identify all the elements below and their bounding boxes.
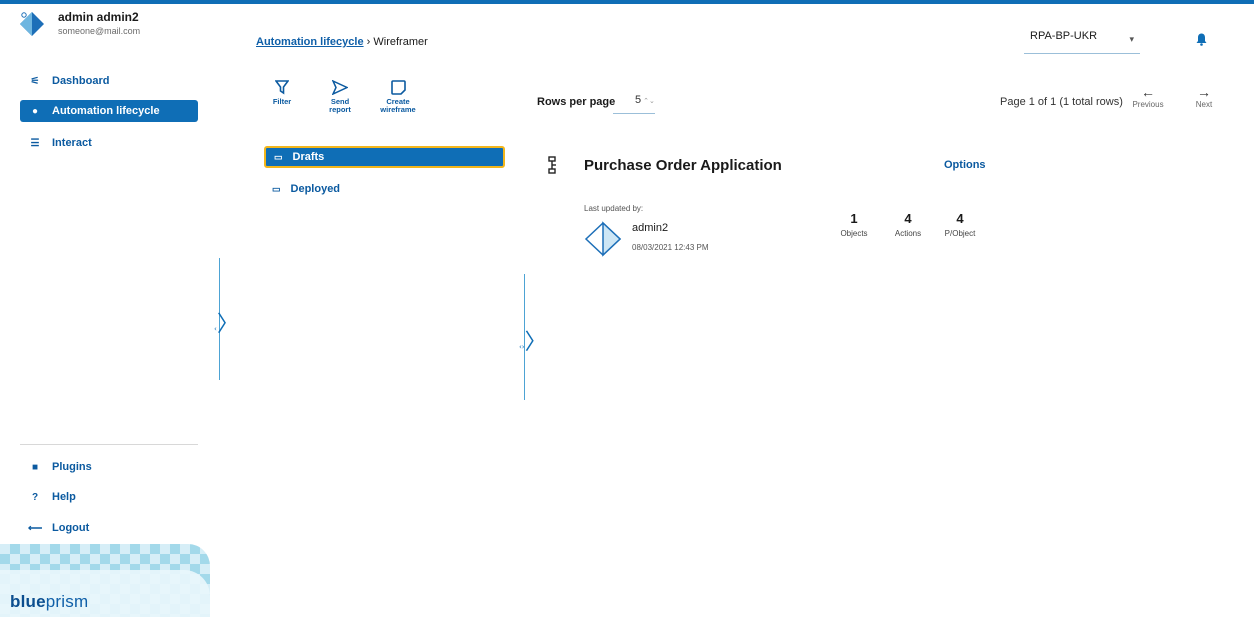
- arrow-left-icon: ←: [1141, 84, 1155, 100]
- sidebar-item-label: Interact: [52, 137, 92, 149]
- pagination-info: Page 1 of 1 (1 total rows): [1000, 96, 1123, 108]
- send-report-button[interactable]: Send report: [320, 79, 360, 114]
- lifecycle-icon: ●: [31, 105, 39, 117]
- user-email: someone@mail.com: [58, 26, 141, 36]
- sidebar-collapse-handle[interactable]: ‹〉: [214, 306, 239, 338]
- previous-page-button[interactable]: ← Previous: [1128, 84, 1168, 109]
- wireframe-title[interactable]: Purchase Order Application: [584, 157, 782, 174]
- breadcrumb-separator: ›: [366, 36, 371, 48]
- breadcrumb: Automation lifecycle › Wireframer: [256, 36, 428, 48]
- blueprism-diamond-icon: [20, 12, 44, 36]
- sidebar-item-label: Automation lifecycle: [52, 105, 160, 117]
- stat-value: 4: [956, 211, 964, 226]
- folder-label: Drafts: [292, 151, 325, 163]
- sidebar-item-plugins[interactable]: ■ Plugins: [20, 456, 198, 478]
- updated-by-name: admin2: [632, 222, 669, 234]
- folder-icon: ▭: [272, 183, 281, 194]
- create-wireframe-button[interactable]: Create wireframe: [378, 80, 418, 114]
- brand-logo: blueprism: [10, 592, 89, 611]
- next-label: Next: [1195, 100, 1213, 109]
- stat-objects: 1 Objects: [826, 211, 882, 238]
- stat-actions: 4 Actions: [880, 211, 936, 238]
- rows-per-page-input[interactable]: 5 ⌃⌄: [613, 88, 655, 114]
- user-name: admin admin2: [58, 10, 139, 24]
- create-wireframe-icon: [378, 80, 418, 98]
- wireframe-tree-icon: [547, 156, 557, 179]
- last-updated-label: Last updated by:: [584, 204, 644, 213]
- filter-label: Filter: [272, 97, 292, 106]
- notification-bell-icon[interactable]: [1196, 33, 1207, 49]
- create-wireframe-label-2: wireframe: [380, 105, 416, 114]
- sidebar-item-automation-lifecycle[interactable]: ● Automation lifecycle: [20, 100, 198, 122]
- dashboard-icon: ⚟: [30, 75, 40, 87]
- sidebar-item-label: Plugins: [52, 461, 92, 473]
- stat-label: P/Object: [944, 229, 976, 238]
- stat-p-object: 4 P/Object: [932, 211, 988, 238]
- stat-label: Actions: [894, 229, 922, 238]
- sidebar-divider: [20, 444, 198, 445]
- sidebar-item-label: Dashboard: [52, 75, 110, 87]
- help-icon: ?: [31, 491, 39, 503]
- arrow-right-icon: →: [1197, 84, 1211, 100]
- stat-value: 4: [904, 211, 912, 226]
- options-button[interactable]: Options: [944, 159, 986, 171]
- folder-label: Deployed: [290, 183, 341, 195]
- rows-per-page-value: 5: [635, 94, 642, 106]
- folder-icon: ▭: [274, 151, 283, 162]
- spinner-icon[interactable]: ⌃⌄: [643, 98, 655, 105]
- breadcrumb-current: Wireframer: [373, 36, 428, 48]
- sidebar: admin admin2 someone@mail.com ⚟ Dashboar…: [0, 4, 210, 617]
- send-report-label-2: report: [329, 105, 351, 114]
- filter-icon: [262, 80, 302, 98]
- stat-label: Objects: [840, 229, 868, 238]
- folder-drafts[interactable]: ▭ Drafts: [264, 146, 505, 168]
- environment-select-value: RPA-BP-UKR: [1030, 30, 1098, 42]
- send-icon: [320, 79, 360, 98]
- filter-button[interactable]: Filter: [262, 80, 302, 106]
- interact-icon: ☰: [30, 137, 40, 149]
- brand-banner: blueprism: [0, 544, 210, 617]
- environment-select[interactable]: RPA-BP-UKR ▾: [1024, 28, 1140, 54]
- user-profile[interactable]: admin admin2 someone@mail.com: [18, 8, 140, 44]
- previous-label: Previous: [1132, 100, 1164, 109]
- sidebar-item-logout[interactable]: ⟵ Logout: [20, 517, 198, 539]
- plugins-icon: ■: [31, 461, 39, 473]
- next-page-button[interactable]: → Next: [1184, 84, 1224, 109]
- logout-icon: ⟵: [28, 522, 43, 534]
- user-avatar-icon: [584, 221, 622, 257]
- sidebar-item-label: Logout: [52, 522, 90, 534]
- sidebar-item-label: Help: [52, 491, 76, 503]
- folder-deployed[interactable]: ▭ Deployed: [264, 178, 505, 200]
- folder-collapse-handle[interactable]: ‹›〉: [519, 324, 547, 356]
- chevron-down-icon: ▾: [1129, 34, 1134, 44]
- sidebar-item-interact[interactable]: ☰ Interact: [20, 132, 198, 154]
- sidebar-item-help[interactable]: ? Help: [20, 486, 198, 508]
- rows-per-page-label: Rows per page: [537, 96, 616, 108]
- updated-at: 08/03/2021 12:43 PM: [632, 243, 709, 252]
- sidebar-item-dashboard[interactable]: ⚟ Dashboard: [20, 70, 198, 92]
- stat-value: 1: [850, 211, 858, 226]
- breadcrumb-link-automation-lifecycle[interactable]: Automation lifecycle: [256, 36, 364, 48]
